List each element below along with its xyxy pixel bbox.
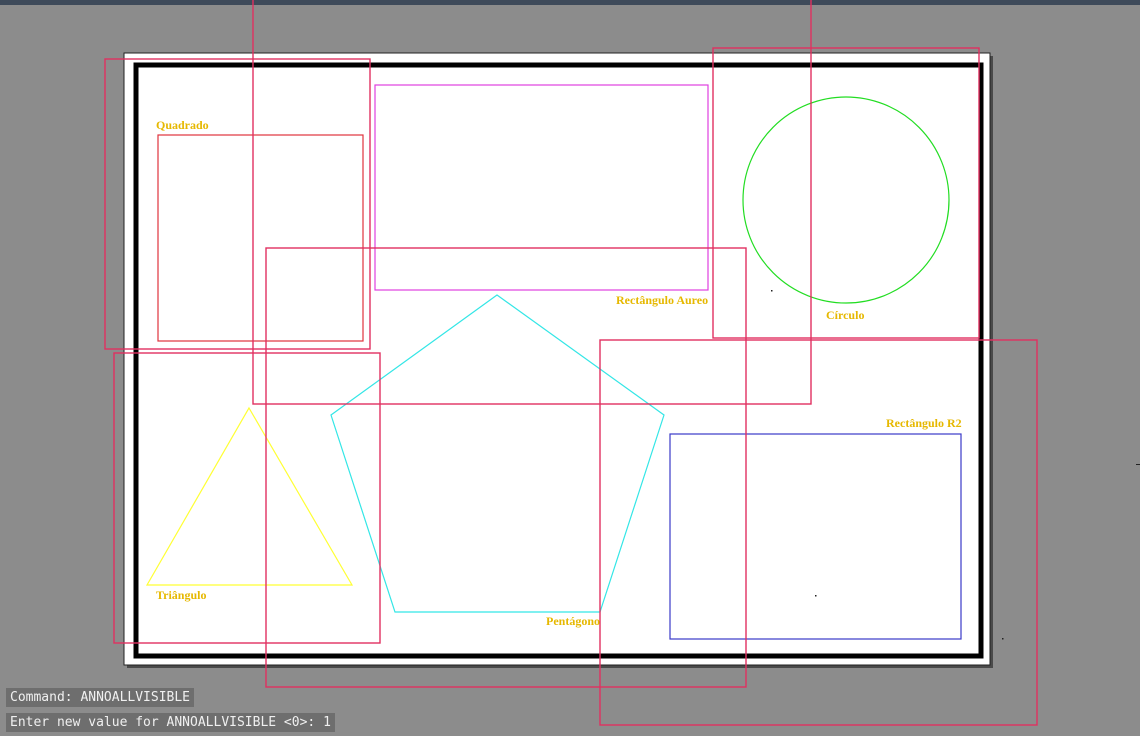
label-quadrado: Quadrado [156,118,209,132]
command-history-line: Command: ANNOALLVISIBLE [6,688,195,707]
label-retangulo-aureo: Rectângulo Aureo [616,293,708,307]
label-retangulo-r2: Rectângulo R2 [886,416,962,430]
label-triangulo: Triângulo [156,588,206,602]
crosshair-tick [1136,464,1140,465]
drawing-canvas[interactable]: Quadrado Rectângulo Aureo Círculo Rectân… [0,0,1140,736]
point-marker [1002,638,1004,640]
paper-sheet [123,52,991,666]
point-marker [815,595,817,597]
command-prompt-line[interactable]: Enter new value for ANNOALLVISIBLE <0>: … [6,713,335,732]
label-circulo: Círculo [826,308,864,322]
point-marker [771,290,773,292]
label-pentagono: Pentágono [546,614,600,628]
